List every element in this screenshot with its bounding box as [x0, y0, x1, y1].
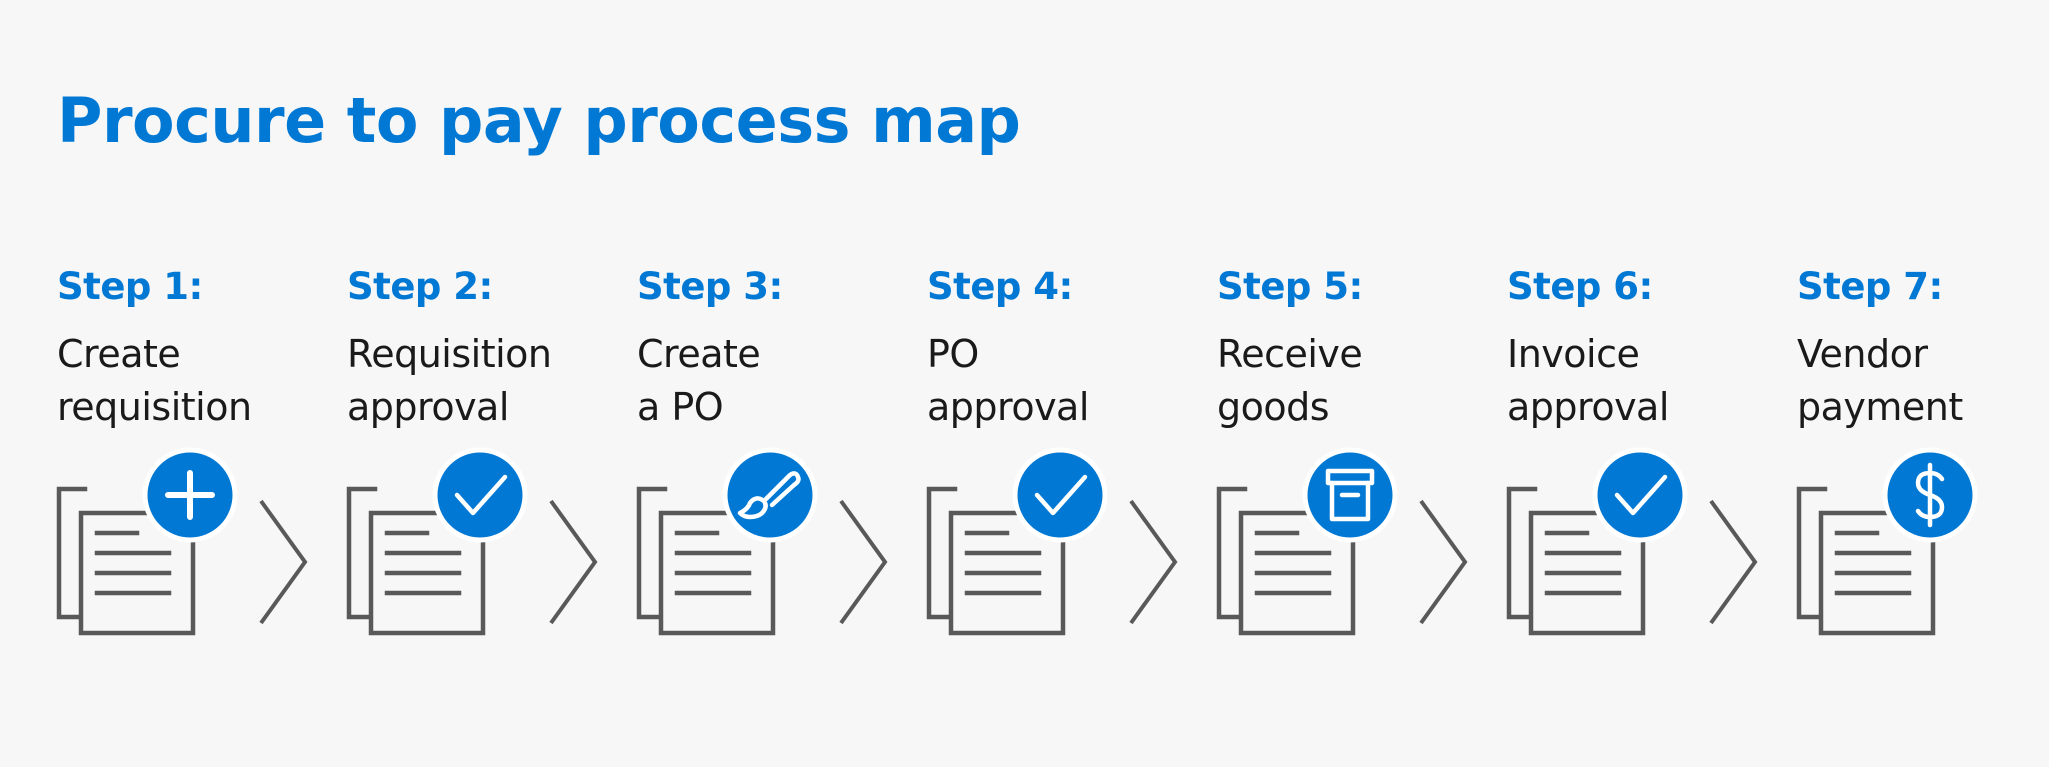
- step-description: Create a PO: [637, 328, 761, 434]
- step-label: Step 4:: [927, 265, 1073, 308]
- step-description-line: Vendor: [1797, 332, 1928, 376]
- dollar-icon: [1882, 447, 1978, 543]
- step-5: Step 5: Receive goods: [1216, 260, 1477, 660]
- paintbrush-icon: [722, 447, 818, 543]
- process-map: Procure to pay process map Step 1: Creat…: [0, 0, 2049, 767]
- step-description-line: Create: [637, 332, 761, 376]
- step-6: Step 6: Invoice approval: [1506, 260, 1767, 660]
- checkmark-icon: [432, 447, 528, 543]
- chevron-right-icon: [1419, 499, 1468, 625]
- step-description: Requisition approval: [347, 328, 552, 434]
- step-description-line: goods: [1217, 385, 1330, 429]
- chevron-right-icon: [1129, 499, 1178, 625]
- step-description-line: PO: [927, 332, 979, 376]
- step-4: Step 4: PO approval: [926, 260, 1187, 660]
- step-description-line: requisition: [57, 385, 252, 429]
- step-1: Step 1: Create requisition: [56, 260, 317, 660]
- step-label: Step 6:: [1507, 265, 1653, 308]
- chevron-right-icon: [259, 499, 308, 625]
- step-description: Invoice approval: [1507, 328, 1669, 434]
- step-description-line: approval: [347, 385, 509, 429]
- step-label: Step 1:: [57, 265, 203, 308]
- checkmark-icon: [1592, 447, 1688, 543]
- step-label: Step 2:: [347, 265, 493, 308]
- step-description-line: Create: [57, 332, 181, 376]
- chevron-right-icon: [549, 499, 598, 625]
- step-description-line: approval: [1507, 385, 1669, 429]
- step-description-line: Receive: [1217, 332, 1363, 376]
- checkmark-icon: [1012, 447, 1108, 543]
- step-description-line: Requisition: [347, 332, 552, 376]
- page-title: Procure to pay process map: [57, 84, 1021, 157]
- step-label: Step 7:: [1797, 265, 1943, 308]
- chevron-right-icon: [839, 499, 888, 625]
- step-description-line: payment: [1797, 385, 1963, 429]
- archive-box-icon: [1302, 447, 1398, 543]
- step-label: Step 3:: [637, 265, 783, 308]
- step-description-line: a PO: [637, 385, 724, 429]
- step-description-line: approval: [927, 385, 1089, 429]
- step-description: PO approval: [927, 328, 1089, 434]
- step-3: Step 3: Create a PO: [636, 260, 897, 660]
- step-label: Step 5:: [1217, 265, 1363, 308]
- step-description: Create requisition: [57, 328, 252, 434]
- plus-icon: [142, 447, 238, 543]
- chevron-right-icon: [1709, 499, 1758, 625]
- step-7: Step 7: Vendor payment: [1796, 260, 2049, 660]
- step-description-line: Invoice: [1507, 332, 1640, 376]
- step-description: Receive goods: [1217, 328, 1363, 434]
- step-2: Step 2: Requisition approval: [346, 260, 607, 660]
- step-description: Vendor payment: [1797, 328, 1963, 434]
